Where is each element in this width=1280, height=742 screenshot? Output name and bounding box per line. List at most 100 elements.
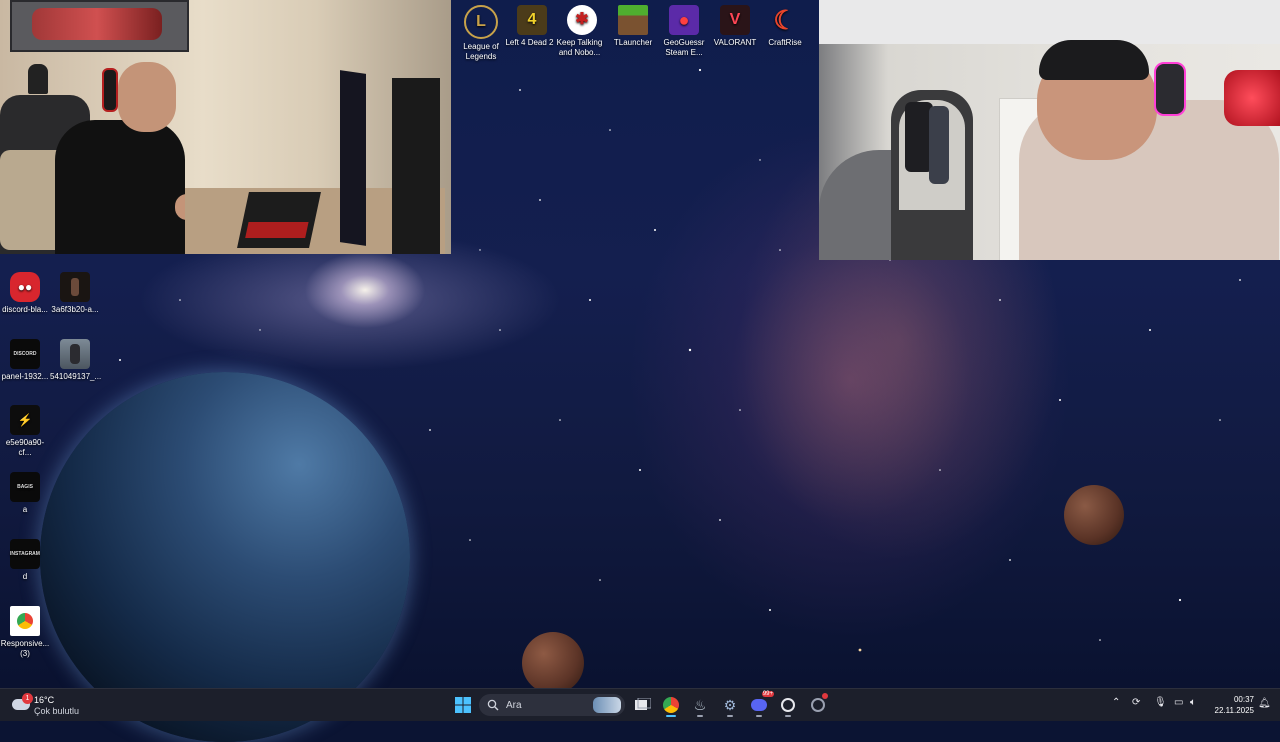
search-icon (487, 699, 499, 711)
steam-icon: ♨ (693, 696, 707, 713)
photo-icon (60, 339, 90, 369)
left-4-dead-2-icon: 4 (517, 5, 547, 35)
weather-temperature: 16°C (34, 695, 55, 705)
taskbar-app[interactable] (776, 693, 800, 717)
desktop-icon-label: e5e90a90-cf... (5, 438, 45, 457)
desktop-icon-label: 541049137_... (50, 372, 102, 381)
panel-image-icon: DISCORD (10, 339, 40, 369)
taskbar-discord[interactable]: 99+ (747, 691, 774, 717)
monitor (340, 70, 366, 246)
desktop-icon-image-file[interactable]: ⚡ e5e90a90-cf... (0, 405, 50, 458)
taskbar-steam[interactable]: ♨ (688, 693, 712, 717)
desktop-icon-responsive[interactable]: Responsive... (3) (0, 606, 50, 659)
craftrise-icon: ☾ (773, 5, 797, 35)
clock[interactable]: 00:37 22.11.2025 (1206, 694, 1254, 716)
discord-badge: 99+ (761, 691, 774, 697)
task-view-button[interactable] (631, 693, 655, 717)
search-placeholder: Ara (506, 699, 522, 711)
headset (102, 68, 118, 112)
desktop-icon-tlauncher[interactable]: TLauncher (608, 5, 658, 48)
desktop-icon-discord-image[interactable]: ●● discord-bla... (0, 272, 50, 315)
icon-caption: DISCORD (13, 351, 37, 357)
desktop-icon-geoguessr[interactable]: ● GeoGuessr Steam E... (659, 5, 709, 58)
task-view-icon (635, 698, 651, 710)
gear-icon: ⚙ (723, 696, 737, 713)
keyboard (237, 192, 321, 248)
notification-bell-icon[interactable]: 🔔︎ (1258, 698, 1271, 709)
windows-icon (455, 697, 471, 713)
steering-icon (811, 698, 825, 712)
search-box[interactable]: Ara (479, 694, 625, 716)
chrome-icon (663, 697, 679, 713)
person-body (55, 120, 185, 254)
keep-talking-icon: ✱ (567, 5, 597, 35)
running-indicator (697, 715, 703, 717)
photo-icon (60, 272, 90, 302)
weather-badge: 1 (22, 693, 33, 704)
start-button[interactable] (451, 693, 475, 717)
desktop-icon-label: Responsive... (3) (0, 639, 50, 658)
volume-icon[interactable]: 🔈︎ (1190, 697, 1196, 708)
microphone-icon[interactable]: 🎙︎ (1154, 697, 1167, 708)
desktop-icon-label: GeoGuessr Steam E... (663, 38, 705, 57)
figurine (28, 64, 48, 94)
chrome-shortcut-icon (10, 606, 40, 636)
desktop-icon-d[interactable]: INSTAGRAM d (0, 539, 50, 582)
league-of-legends-icon: L (464, 5, 498, 39)
desktop-icon-label: League of Legends (463, 42, 499, 61)
tlauncher-icon (618, 5, 648, 35)
desktop-icon-label: discord-bla... (2, 305, 48, 314)
poster-frame (10, 0, 189, 52)
ceiling (819, 0, 1280, 44)
sync-icon[interactable]: ⟳ (1132, 697, 1140, 708)
taskbar-app[interactable] (806, 693, 830, 717)
desktop-icon-photo[interactable]: 541049137_... (50, 339, 102, 382)
desktop-icon-league-of-legends[interactable]: L League of Legends (456, 5, 506, 62)
desktop-icon-panel-image[interactable]: DISCORD panel-1932... (0, 339, 50, 382)
small-moon (522, 632, 584, 694)
desktop-icon-label: TLauncher (613, 38, 653, 47)
mirror-stand (891, 90, 973, 260)
running-indicator (756, 715, 762, 717)
webcam-left (0, 0, 451, 254)
valorant-icon: V (720, 5, 750, 35)
taskbar: 1 16°C Çok bulutlu Ara ♨ ⚙ 99+ ⌃ ⟳ � (0, 688, 1280, 721)
desktop-icon-valorant[interactable]: V VALORANT (710, 5, 760, 48)
desktop-icon-label: VALORANT (713, 38, 757, 47)
taskbar-app[interactable]: ⚙ (718, 693, 742, 717)
discord-image-icon: ●● (10, 272, 40, 302)
planet-illustration (40, 372, 410, 742)
desktop-icon-craftrise[interactable]: ☾ CraftRise (760, 5, 810, 48)
weather-widget[interactable]: 1 16°C Çok bulutlu (8, 693, 98, 717)
desktop-icon-label: d (22, 572, 28, 581)
running-indicator (727, 715, 733, 717)
headset (1154, 62, 1186, 116)
desktop-icon-label: CraftRise (768, 38, 802, 47)
desktop-icon-photo[interactable]: 3a6f3b20-a... (50, 272, 100, 315)
pc-case (392, 78, 440, 254)
clock-date: 22.11.2025 (1214, 706, 1254, 715)
geoguessr-icon: ● (669, 5, 699, 35)
running-indicator (785, 715, 791, 717)
desktop-icon-label: panel-1932... (1, 372, 49, 381)
webcam-right (819, 0, 1280, 260)
notification-dot (822, 693, 828, 699)
icon-caption: INSTAGRAM (10, 551, 40, 557)
image-file-icon: BAGIS (10, 472, 40, 502)
circle-app-icon (781, 698, 795, 712)
red-speaker (1224, 70, 1280, 126)
search-highlight-icon (593, 697, 621, 713)
person-head (118, 62, 176, 132)
desktop-icon-label: 3a6f3b20-a... (51, 305, 99, 314)
discord-icon (751, 699, 767, 711)
desktop-icon-keep-talking[interactable]: ✱ Keep Talking and Nobo... (557, 5, 607, 58)
network-icon[interactable]: ▭ (1174, 697, 1183, 708)
desktop-icon-a[interactable]: BAGIS a (0, 472, 50, 515)
hair (1039, 40, 1149, 80)
desktop-icon-label: Keep Talking and Nobo... (556, 38, 603, 57)
chevron-up-icon[interactable]: ⌃ (1112, 697, 1120, 708)
image-file-icon: ⚡ (10, 405, 40, 435)
taskbar-chrome[interactable] (659, 693, 683, 717)
image-file-icon: INSTAGRAM (10, 539, 40, 569)
weather-condition: Çok bulutlu (34, 706, 80, 716)
